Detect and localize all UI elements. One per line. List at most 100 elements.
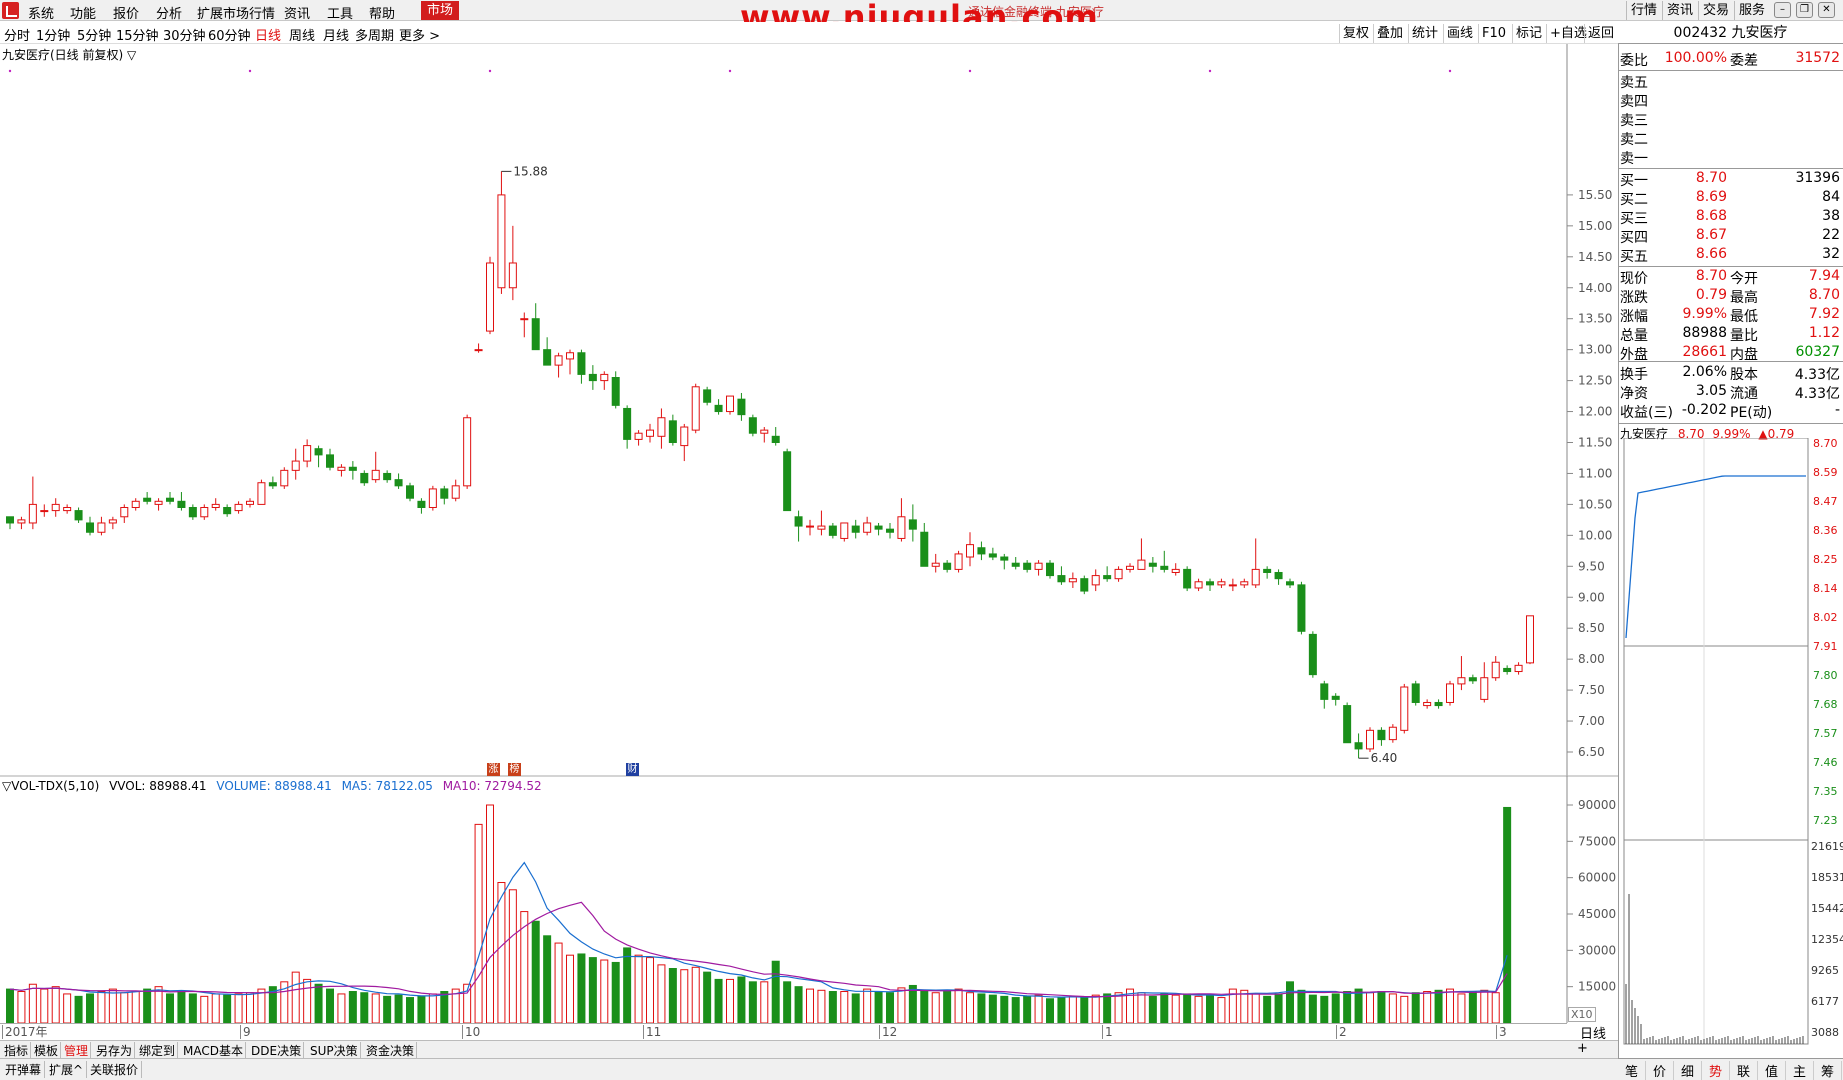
rtab-trend[interactable]: 势 [1702, 1061, 1730, 1080]
mini-volume-tick: 9265 [1811, 964, 1839, 977]
tool-stats[interactable]: 统计 [1408, 24, 1441, 43]
close-icon[interactable]: ✕ [1818, 2, 1835, 18]
top-button-trade[interactable]: 交易 [1698, 1, 1733, 20]
rtab-main[interactable]: 主 [1786, 1061, 1814, 1080]
tab-bind-to[interactable]: 绑定到 [137, 1042, 179, 1059]
buy-price: 8.67 [1695, 227, 1727, 243]
menu-extended-market[interactable]: 扩展市场行情 [197, 3, 275, 22]
volume-bar [1068, 995, 1077, 1023]
weibi-value: 100.00% [1664, 50, 1727, 66]
candle-body [211, 503, 220, 508]
volume-bar [680, 969, 689, 1023]
rtab-value[interactable]: 值 [1758, 1061, 1786, 1080]
period-more[interactable]: 更多 > [399, 25, 440, 44]
related-quote-button[interactable]: 关联报价 [87, 1061, 143, 1078]
tab-manage[interactable]: 管理 [62, 1042, 92, 1059]
barrage-toggle[interactable]: 开弹幕 [2, 1061, 46, 1078]
tool-adjust[interactable]: 复权 [1339, 24, 1372, 43]
badge-ranking[interactable]: 榜 [508, 763, 521, 776]
rtab-chips[interactable]: 筹 [1814, 1061, 1842, 1080]
volume-chart[interactable]: 15000 30000 45000 60000 75000 90000 [0, 776, 1618, 1023]
buy-price: 8.69 [1695, 189, 1727, 205]
add-indicator-button[interactable]: + [1577, 1041, 1588, 1056]
top-button-news[interactable]: 资讯 [1662, 1, 1697, 20]
volume-bar [566, 954, 574, 1023]
volume-bar [406, 997, 414, 1023]
candle-body [1023, 562, 1032, 570]
rtab-price[interactable]: 价 [1646, 1061, 1674, 1080]
candle-body [886, 528, 894, 533]
intraday-mini-chart[interactable]: 8.70 8.59 8.47 8.36 8.25 8.14 8.02 7.91 7.80 7.68… [1618, 438, 1843, 1056]
minimize-icon[interactable]: – [1774, 2, 1791, 18]
event-dot [728, 69, 732, 73]
candle-body [486, 262, 494, 332]
menu-help[interactable]: 帮助 [369, 3, 395, 22]
menu-news[interactable]: 资讯 [284, 3, 310, 22]
candle-body [1400, 686, 1409, 731]
volume-bar [1137, 992, 1146, 1023]
menu-system[interactable]: 系统 [28, 3, 54, 22]
tab-sup[interactable]: SUP决策 [308, 1042, 361, 1059]
sell-level-row: 卖五 [1620, 72, 1840, 91]
restore-icon[interactable]: ❐ [1796, 2, 1813, 18]
rtab-detail[interactable]: 细 [1674, 1061, 1702, 1080]
stat-label: 今开 [1730, 271, 1758, 287]
menu-tools[interactable]: 工具 [327, 3, 353, 22]
x10-label[interactable]: X10 [1568, 1007, 1596, 1022]
tool-f10[interactable]: F10 [1478, 24, 1509, 43]
tab-fund[interactable]: 资金决策 [364, 1042, 418, 1059]
candle-body [326, 454, 334, 468]
period-monthly[interactable]: 月线 [323, 25, 349, 44]
period-1min[interactable]: 1分钟 [36, 25, 70, 44]
top-button-service[interactable]: 服务 [1734, 1, 1769, 20]
volume-bar [1206, 994, 1214, 1023]
period-timeshare[interactable]: 分时 [4, 25, 30, 44]
tab-dde[interactable]: DDE决策 [249, 1042, 305, 1059]
tool-back[interactable]: 返回 [1584, 24, 1617, 43]
tool-draw[interactable]: 画线 [1443, 24, 1476, 43]
ma10-value: MA10: 72794.52 [442, 779, 542, 793]
buy-volume: 32 [1822, 246, 1840, 262]
candle-body [783, 451, 792, 512]
expand-button[interactable]: 扩展^ [46, 1061, 88, 1078]
candle-body [143, 497, 152, 502]
rtab-link[interactable]: 联 [1730, 1061, 1758, 1080]
candle-body [268, 482, 277, 487]
period-5min[interactable]: 5分钟 [77, 25, 111, 44]
volume-tick-label: 60000 [1578, 871, 1616, 885]
top-button-quotes[interactable]: 行情 [1626, 1, 1661, 20]
period-daily[interactable]: 日线 [255, 25, 281, 44]
vvol-value: VVOL: 88988.41 [109, 779, 207, 793]
tab-indicator[interactable]: 指标 [2, 1042, 32, 1059]
period-15min[interactable]: 15分钟 [116, 25, 159, 44]
buy-price: 8.66 [1695, 246, 1727, 262]
menu-market[interactable]: 市场 [421, 1, 460, 20]
date-label: 10 [462, 1025, 480, 1039]
menu-analysis[interactable]: 分析 [156, 3, 182, 22]
tab-save-as[interactable]: 另存为 [94, 1042, 136, 1059]
period-30min[interactable]: 30分钟 [163, 25, 206, 44]
candle-body [1526, 615, 1534, 664]
badge-limit-up[interactable]: 涨 [487, 763, 500, 776]
candle-body [726, 395, 734, 413]
candle-body [1217, 581, 1226, 586]
menu-function[interactable]: 功能 [70, 3, 96, 22]
price-tick-label: 7.00 [1578, 714, 1605, 728]
app-logo-icon[interactable] [2, 2, 19, 19]
tab-macd[interactable]: MACD基本 [181, 1042, 246, 1059]
period-multi[interactable]: 多周期 [355, 25, 394, 44]
period-weekly[interactable]: 周线 [289, 25, 315, 44]
menu-quote[interactable]: 报价 [113, 3, 139, 22]
rtab-tick[interactable]: 笔 [1618, 1061, 1646, 1080]
weibi-row: 委比 100.00% 委差 31572 [1620, 50, 1840, 69]
period-60min[interactable]: 60分钟 [208, 25, 251, 44]
price-tick-label: 8.00 [1578, 652, 1605, 666]
candle-body [1206, 581, 1214, 586]
tab-template[interactable]: 模板 [32, 1042, 62, 1059]
tool-mark[interactable]: 标记 [1512, 24, 1545, 43]
tool-overlay[interactable]: 叠加 [1373, 24, 1406, 43]
candlestick-chart[interactable]: 6.50 7.00 7.50 8.00 8.50 9.00 9.50 10.00 10.50 11… [0, 44, 1618, 777]
volume-indicator-name[interactable]: ▽VOL-TDX(5,10) [2, 779, 99, 793]
candle-body [931, 562, 940, 567]
badge-finance[interactable]: 财 [626, 763, 639, 776]
